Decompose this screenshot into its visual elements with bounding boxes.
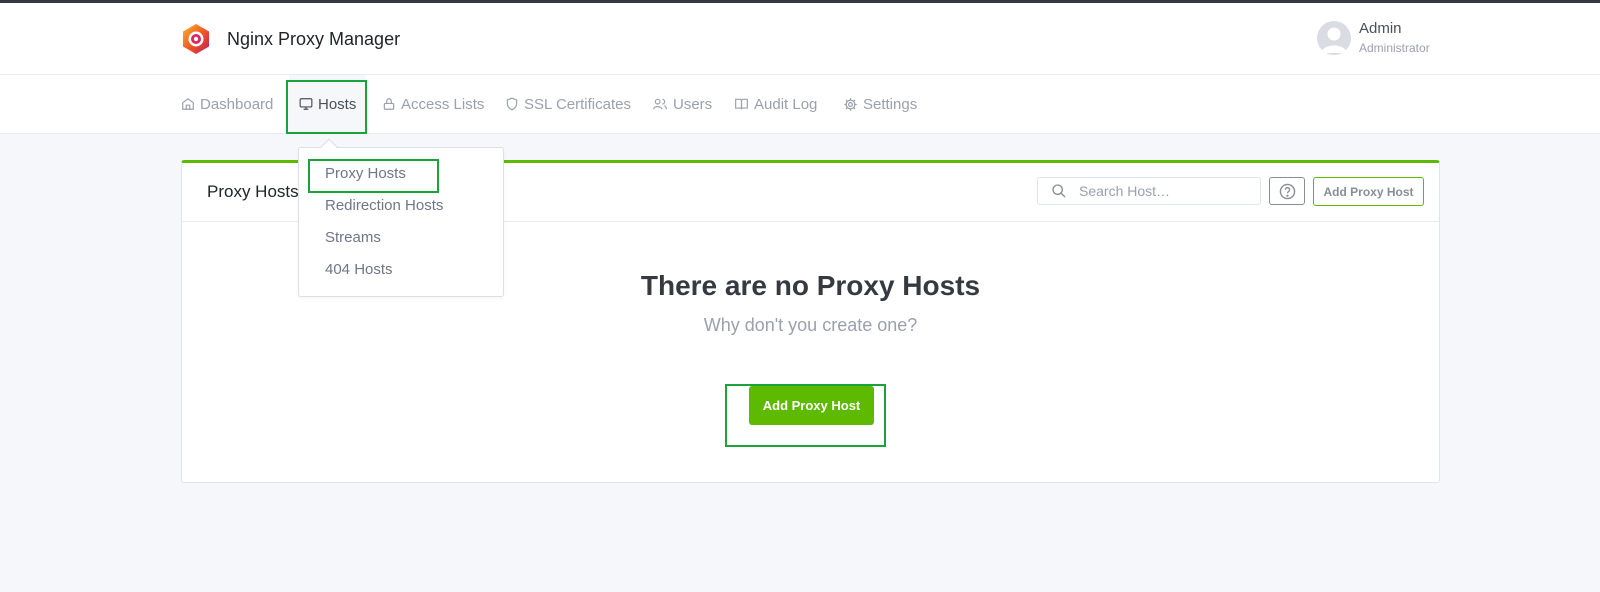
book-icon (735, 98, 748, 110)
nav-label: Hosts (318, 95, 357, 113)
lock-icon (383, 98, 395, 110)
monitor-icon (299, 98, 313, 110)
menu-item-proxy-hosts[interactable]: Proxy Hosts (325, 165, 406, 182)
empty-add-proxy-host-button[interactable]: Add Proxy Host (749, 386, 874, 425)
dropdown-caret (320, 138, 338, 156)
menu-item-redirection-hosts[interactable]: Redirection Hosts (325, 197, 443, 214)
user-name: Admin (1359, 20, 1402, 37)
avatar (1317, 20, 1351, 55)
users-icon (653, 98, 667, 110)
search-icon (1052, 184, 1066, 198)
help-icon (1279, 183, 1295, 199)
nav-label: Users (673, 95, 713, 113)
nav-label: Access Lists (401, 95, 485, 113)
gear-icon (844, 97, 857, 111)
nav-label: SSL Certificates (524, 95, 631, 113)
user-menu[interactable]: Admin Administrator (1317, 20, 1430, 55)
nav-item-hosts[interactable]: Hosts (289, 75, 367, 133)
search-input[interactable] (1079, 183, 1239, 199)
main-nav: Dashboard Hosts Access Lists SSL Certifi… (0, 75, 1600, 134)
help-button[interactable] (1269, 177, 1305, 205)
app-header: Nginx Proxy Manager Admin Administrator (0, 3, 1600, 75)
nav-label: Dashboard (200, 95, 274, 113)
npm-logo-icon (181, 23, 211, 55)
nav-label: Settings (863, 95, 918, 113)
brand[interactable]: Nginx Proxy Manager (181, 23, 400, 55)
nav-label: Audit Log (754, 95, 818, 113)
add-proxy-host-button[interactable]: Add Proxy Host (1313, 177, 1424, 206)
user-avatar-icon (1321, 27, 1347, 53)
empty-state-subtitle: Why don't you create one? (703, 315, 918, 335)
shield-icon (506, 97, 518, 111)
nav-item-users[interactable]: Users (652, 75, 712, 133)
search-box[interactable] (1037, 177, 1261, 205)
nav-item-access-lists[interactable]: Access Lists (382, 75, 484, 133)
nav-item-dashboard[interactable]: Dashboard (181, 75, 273, 133)
card-title: Proxy Hosts (207, 182, 299, 201)
nav-item-settings[interactable]: Settings (843, 75, 917, 133)
nav-item-audit-log[interactable]: Audit Log (734, 75, 817, 133)
app-title: Nginx Proxy Manager (227, 28, 401, 49)
user-role: Administrator (1359, 41, 1430, 55)
menu-item-404-hosts[interactable]: 404 Hosts (325, 261, 393, 278)
hosts-dropdown-menu: Proxy Hosts Redirection Hosts Streams 40… (298, 138, 504, 297)
home-icon (182, 98, 194, 110)
menu-item-streams[interactable]: Streams (325, 229, 381, 246)
nav-item-ssl-certificates[interactable]: SSL Certificates (505, 75, 631, 133)
